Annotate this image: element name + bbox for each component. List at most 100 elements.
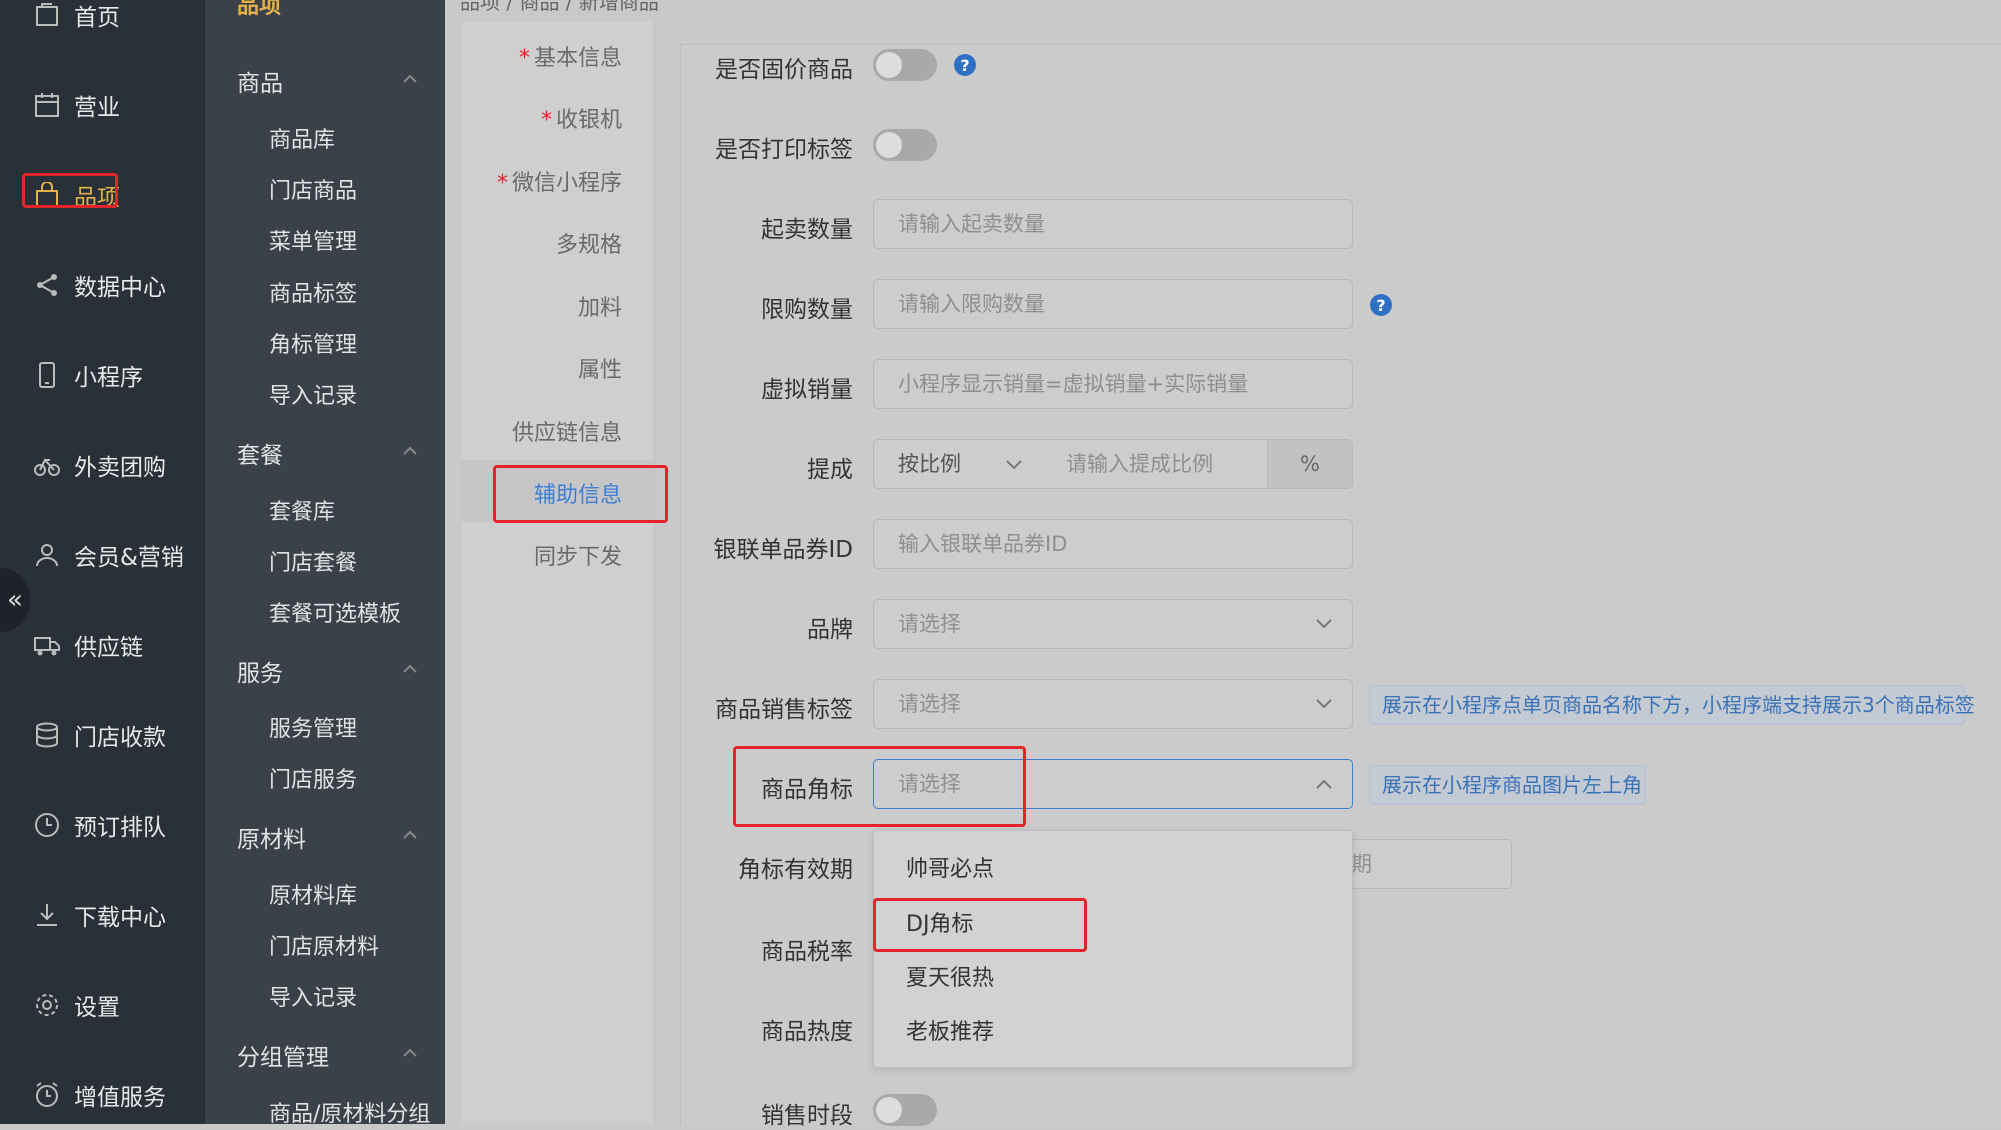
nav-item-download[interactable]: 下载中心	[0, 884, 205, 944]
primary-sidebar: 首页 营业 品项 数据中心 小程序 外卖团购 会员&营销 供应链 门店收款 预订…	[0, 0, 205, 1124]
label-corner-validity: 角标有效期	[738, 857, 853, 883]
dropdown-option[interactable]: 老板推荐	[906, 1014, 994, 1046]
sub-item-corner-management[interactable]: 角标管理	[269, 327, 357, 359]
commission-rate-input[interactable]: 请输入提成比例	[1042, 439, 1268, 489]
tab-supply-info[interactable]: 供应链信息	[462, 415, 622, 447]
nav-item-value-added[interactable]: 增值服务	[0, 1064, 205, 1124]
nav-item-settings[interactable]: 设置	[0, 974, 205, 1034]
nav-label-data-center: 数据中心	[74, 275, 166, 301]
bike-icon	[34, 458, 60, 476]
group-categories[interactable]: 分组管理	[237, 1038, 329, 1072]
chevron-up-icon[interactable]	[403, 73, 417, 83]
nav-item-delivery[interactable]: 外卖团购	[0, 434, 205, 494]
label-sales-tag: 商品销售标签	[715, 697, 853, 723]
sub-item-material-import-records[interactable]: 导入记录	[269, 980, 357, 1012]
label-fixed-price: 是否固价商品	[715, 57, 853, 83]
nav-label-home: 首页	[74, 5, 120, 31]
virtual-sales-input[interactable]: 小程序显示销量=虚拟销量+实际销量	[873, 359, 1353, 409]
sub-item-store-combos[interactable]: 门店套餐	[269, 545, 357, 577]
tab-pos[interactable]: * 收银机	[462, 102, 622, 134]
sub-item-combo-library[interactable]: 套餐库	[269, 494, 335, 526]
nav-label-members: 会员&营销	[74, 545, 184, 571]
label-unionpay-id: 银联单品券ID	[713, 537, 854, 563]
nav-item-data-center[interactable]: 数据中心	[0, 254, 205, 314]
tab-sync[interactable]: 同步下发	[462, 539, 622, 571]
unionpay-id-input[interactable]: 输入银联单品券ID	[873, 519, 1353, 569]
nav-label-download: 下载中心	[74, 905, 166, 931]
sales-tag-select[interactable]: 请选择	[873, 679, 1353, 729]
sub-item-product-material-groups[interactable]: 商品/原材料分组	[269, 1096, 430, 1128]
toggle-print-label[interactable]	[873, 129, 937, 161]
label-print-label: 是否打印标签	[715, 137, 853, 163]
corner-tag-hint: 展示在小程序商品图片左上角	[1369, 765, 1646, 805]
chevron-up-icon[interactable]	[403, 663, 417, 673]
truck-icon	[34, 637, 60, 656]
highlight-box-corner-tag	[733, 746, 1026, 827]
chevron-up-icon[interactable]	[403, 829, 417, 839]
home-icon	[36, 3, 58, 26]
chevron-down-icon	[1316, 699, 1332, 709]
highlight-box-aux-tab	[493, 465, 668, 523]
download-icon	[37, 904, 57, 926]
label-sale-period: 销售时段	[761, 1103, 853, 1129]
alarm-icon	[36, 1082, 58, 1107]
chevron-up-icon[interactable]	[403, 445, 417, 455]
sub-item-product-library[interactable]: 商品库	[269, 122, 335, 154]
label-commission: 提成	[807, 457, 853, 483]
nav-item-members[interactable]: 会员&营销	[0, 524, 205, 584]
tab-multi-spec[interactable]: 多规格	[462, 227, 622, 259]
nav-item-supply-chain[interactable]: 供应链	[0, 614, 205, 674]
share-icon	[37, 274, 57, 296]
dropdown-option[interactable]: 夏天很热	[906, 960, 994, 992]
calendar-icon	[35, 93, 59, 117]
sub-item-store-products[interactable]: 门店商品	[269, 173, 357, 205]
label-tax-rate: 商品税率	[761, 939, 853, 965]
tab-basic-info[interactable]: * 基本信息	[462, 40, 622, 72]
nav-item-mini-program[interactable]: 小程序	[0, 344, 205, 404]
secondary-sidebar: 品项 商品 商品库 门店商品 菜单管理 商品标签 角标管理 导入记录 套餐 套餐…	[205, 0, 445, 1127]
nav-label-delivery: 外卖团购	[74, 455, 166, 481]
percent-suffix: %	[1267, 439, 1353, 489]
sub-item-combo-templates[interactable]: 套餐可选模板	[269, 596, 401, 628]
breadcrumb: 品项 / 商品 / 新增商品	[460, 0, 659, 14]
min-qty-input[interactable]: 请输入起卖数量	[873, 199, 1353, 249]
highlight-box-products	[22, 173, 118, 208]
sub-item-product-tags[interactable]: 商品标签	[269, 276, 357, 308]
sub-item-import-records[interactable]: 导入记录	[269, 378, 357, 410]
tab-addons[interactable]: 加料	[462, 290, 622, 322]
secondary-sidebar-title: 品项	[237, 0, 282, 19]
sub-item-menu-management[interactable]: 菜单管理	[269, 224, 357, 256]
nav-label-value-added: 增值服务	[74, 1085, 166, 1111]
toggle-sale-period[interactable]	[873, 1094, 937, 1126]
nav-item-reservation[interactable]: 预订排队	[0, 794, 205, 854]
help-icon[interactable]: ?	[1370, 294, 1392, 316]
highlight-box-dj-option	[873, 898, 1087, 952]
limit-qty-input[interactable]: 请输入限购数量	[873, 279, 1353, 329]
sub-item-store-materials[interactable]: 门店原材料	[269, 929, 379, 961]
group-products[interactable]: 商品	[237, 64, 283, 98]
group-combos[interactable]: 套餐	[237, 436, 283, 470]
dropdown-option[interactable]: 帅哥必点	[906, 851, 994, 883]
toggle-fixed-price[interactable]	[873, 49, 937, 81]
nav-item-home[interactable]: 首页	[0, 0, 205, 44]
chevron-up-icon[interactable]	[403, 1047, 417, 1057]
label-limit-qty: 限购数量	[761, 297, 853, 323]
label-heat: 商品热度	[761, 1019, 853, 1045]
label-virtual-sales: 虚拟销量	[761, 377, 853, 403]
nav-item-store-payment[interactable]: 门店收款	[0, 704, 205, 764]
sub-item-service-management[interactable]: 服务管理	[269, 711, 357, 743]
nav-label-mini-program: 小程序	[74, 365, 143, 391]
help-icon[interactable]: ?	[954, 54, 976, 76]
chevron-down-icon	[1316, 619, 1332, 629]
sub-item-material-library[interactable]: 原材料库	[269, 878, 357, 910]
group-materials[interactable]: 原材料	[237, 820, 306, 854]
group-services[interactable]: 服务	[237, 654, 283, 688]
sub-item-store-services[interactable]: 门店服务	[269, 762, 357, 794]
nav-label-reservation: 预订排队	[74, 815, 166, 841]
sales-tag-hint: 展示在小程序点单页商品名称下方，小程序端支持展示3个商品标签	[1369, 685, 1975, 725]
tab-attributes[interactable]: 属性	[462, 352, 622, 384]
brand-select[interactable]: 请选择	[873, 599, 1353, 649]
nav-item-business[interactable]: 营业	[0, 74, 205, 134]
tab-wechat-mini[interactable]: * 微信小程序	[462, 165, 622, 197]
nav-label-settings: 设置	[74, 995, 120, 1021]
